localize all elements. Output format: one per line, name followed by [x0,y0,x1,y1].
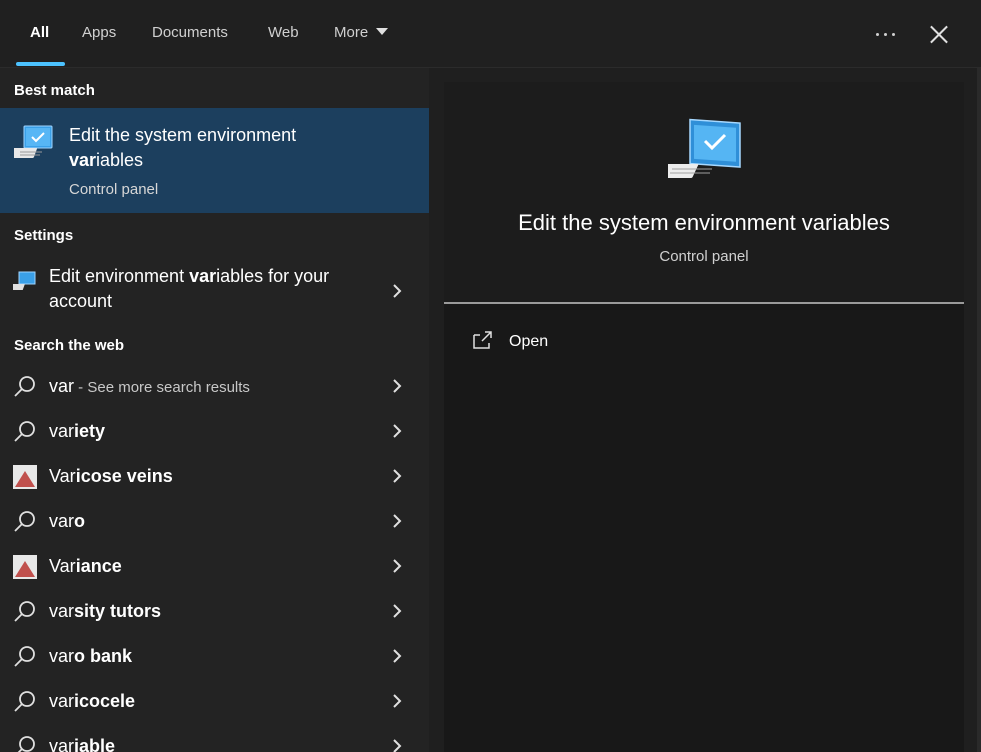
search-icon [14,646,35,667]
more-options-button[interactable] [872,22,900,46]
web-result-label: Variance [49,556,122,576]
web-result-item[interactable]: var - See more search results [0,364,429,408]
image-thumbnail-icon [13,555,37,579]
tab-apps[interactable]: Apps [82,24,116,41]
web-result-label: varicocele [49,691,136,711]
web-result-label: variable [49,736,116,752]
search-tab-bar: All Apps Documents Web More [0,0,981,68]
best-match-item[interactable]: Edit the system environment variables Co… [0,108,429,213]
settings-result-label: Edit environment variables for your acco… [49,266,330,311]
web-result-item[interactable]: varicocele [0,679,429,723]
chevron-right-icon [393,424,402,438]
dot-icon [892,33,895,36]
chevron-right-icon [393,379,402,393]
search-icon [17,736,35,752]
web-result-item[interactable]: Varicose veins [0,454,429,498]
caret-down-icon [376,27,389,35]
preview-divider [444,302,964,304]
preview-panel: Edit the system environment variables Co… [444,82,964,752]
web-result-item[interactable]: varo [0,499,429,543]
web-result-label: Varicose veins [49,466,173,486]
tab-more[interactable]: More [334,24,389,41]
search-icon [14,376,35,397]
chevron-right-icon [393,604,402,618]
open-external-icon [473,331,492,349]
tab-all[interactable]: All [30,24,49,41]
web-result-item[interactable]: Variance [0,544,429,588]
search-icon [14,511,35,532]
chevron-right-icon [393,469,402,483]
scrollbar-track[interactable] [977,68,981,752]
monitor-settings-icon [13,271,36,290]
search-icon [14,601,35,622]
active-tab-indicator [16,62,65,66]
web-result-item[interactable]: variable [0,724,429,752]
search-icon [14,691,35,712]
search-icon [14,421,35,442]
section-best-match: Best match [14,82,95,99]
chevron-right-icon [393,559,402,573]
dot-icon [884,33,887,36]
open-label: Open [509,333,549,350]
chevron-right-icon [393,739,402,752]
web-result-item[interactable]: varsity tutors [0,589,429,633]
chevron-right-icon [393,284,402,298]
dot-icon [876,33,879,36]
chevron-right-icon [393,649,402,663]
computer-monitor-icon [668,118,741,178]
web-result-label: varo bank [49,646,133,666]
section-settings: Settings [14,227,74,244]
best-match-title: Edit the system environment variables [69,125,297,170]
chevron-right-icon [393,514,402,528]
computer-monitor-icon [14,125,53,158]
results-panel: Best match Edit the system environment v… [0,68,429,752]
open-button[interactable]: Open [472,328,612,354]
preview-title: Edit the system environment variables [518,210,890,235]
tab-more-label: More [334,24,369,41]
tab-web[interactable]: Web [268,24,299,41]
web-result-label: var - See more search results [49,376,250,396]
web-result-label: variety [49,421,106,441]
tab-documents[interactable]: Documents [152,24,228,41]
preview-header: Edit the system environment variables Co… [444,82,964,303]
web-result-label: varo [49,511,86,531]
web-result-item[interactable]: varo bank [0,634,429,678]
preview-subtitle: Control panel [659,248,749,265]
web-result-item[interactable]: variety [0,409,429,453]
chevron-right-icon [393,694,402,708]
close-button[interactable] [926,22,952,48]
settings-result-item[interactable]: Edit environment variables for your acco… [0,264,429,322]
section-search-web: Search the web [14,337,125,354]
image-thumbnail-icon [13,465,37,489]
web-result-label: varsity tutors [49,601,162,621]
best-match-subtitle: Control panel [69,181,159,198]
